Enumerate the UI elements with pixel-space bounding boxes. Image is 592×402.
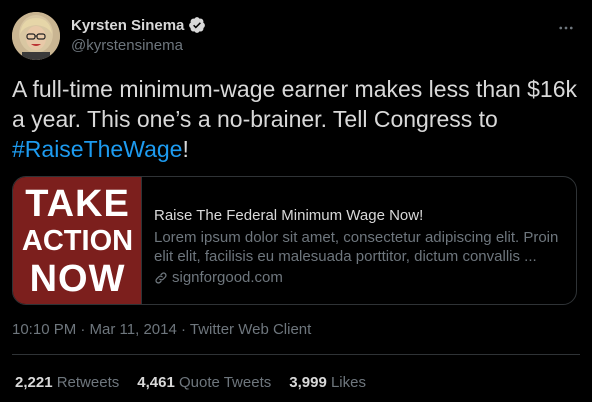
quote-tweets-count: 4,461	[137, 374, 175, 391]
retweets-stat[interactable]: 2,221 Retweets	[15, 374, 119, 391]
tweet-text: A full-time minimum-wage earner makes le…	[12, 74, 580, 164]
likes-count: 3,999	[289, 374, 327, 391]
author-block: Kyrsten Sinema @kyrstensinema	[71, 15, 206, 54]
link-icon	[155, 271, 167, 284]
retweets-label: Retweets	[56, 374, 120, 391]
card-image: TAKE ACTION NOW	[13, 177, 142, 304]
likes-stat[interactable]: 3,999 Likes	[289, 374, 366, 391]
retweets-count: 2,221	[15, 374, 53, 391]
likes-label: Likes	[330, 374, 366, 391]
card-body: Raise The Federal Minimum Wage Now! Lore…	[142, 177, 576, 304]
quote-tweets-stat[interactable]: 4,461 Quote Tweets	[137, 374, 271, 391]
link-card[interactable]: TAKE ACTION NOW Raise The Federal Minimu…	[12, 176, 577, 305]
verified-badge-icon	[188, 16, 206, 34]
card-image-line-3: NOW	[29, 258, 126, 300]
tweet-meta: 10:10 PM · Mar 11, 2014 · Twitter Web Cl…	[12, 321, 312, 338]
handle[interactable]: @kyrstensinema	[71, 37, 206, 54]
divider	[12, 354, 580, 355]
tweet-text-body: A full-time minimum-wage earner makes le…	[12, 76, 578, 132]
tweet-header: Kyrsten Sinema @kyrstensinema	[12, 12, 580, 60]
card-description: Lorem ipsum dolor sit amet, consectetur …	[154, 229, 559, 265]
display-name[interactable]: Kyrsten Sinema	[71, 17, 184, 34]
card-domain-text: signforgood.com	[172, 269, 283, 286]
card-image-line-1: TAKE	[25, 183, 130, 225]
avatar[interactable]	[12, 12, 60, 60]
card-title: Raise The Federal Minimum Wage Now!	[154, 207, 424, 224]
card-domain: signforgood.com	[154, 268, 564, 287]
more-options-icon[interactable]	[554, 16, 578, 40]
tweet-stats: 2,221 Retweets 4,461 Quote Tweets 3,999 …	[15, 374, 384, 391]
hashtag-link[interactable]: #RaiseTheWage	[12, 136, 182, 162]
card-image-line-2: ACTION	[21, 225, 134, 257]
quote-tweets-label: Quote Tweets	[178, 374, 272, 391]
tweet-text-end: !	[182, 136, 189, 162]
